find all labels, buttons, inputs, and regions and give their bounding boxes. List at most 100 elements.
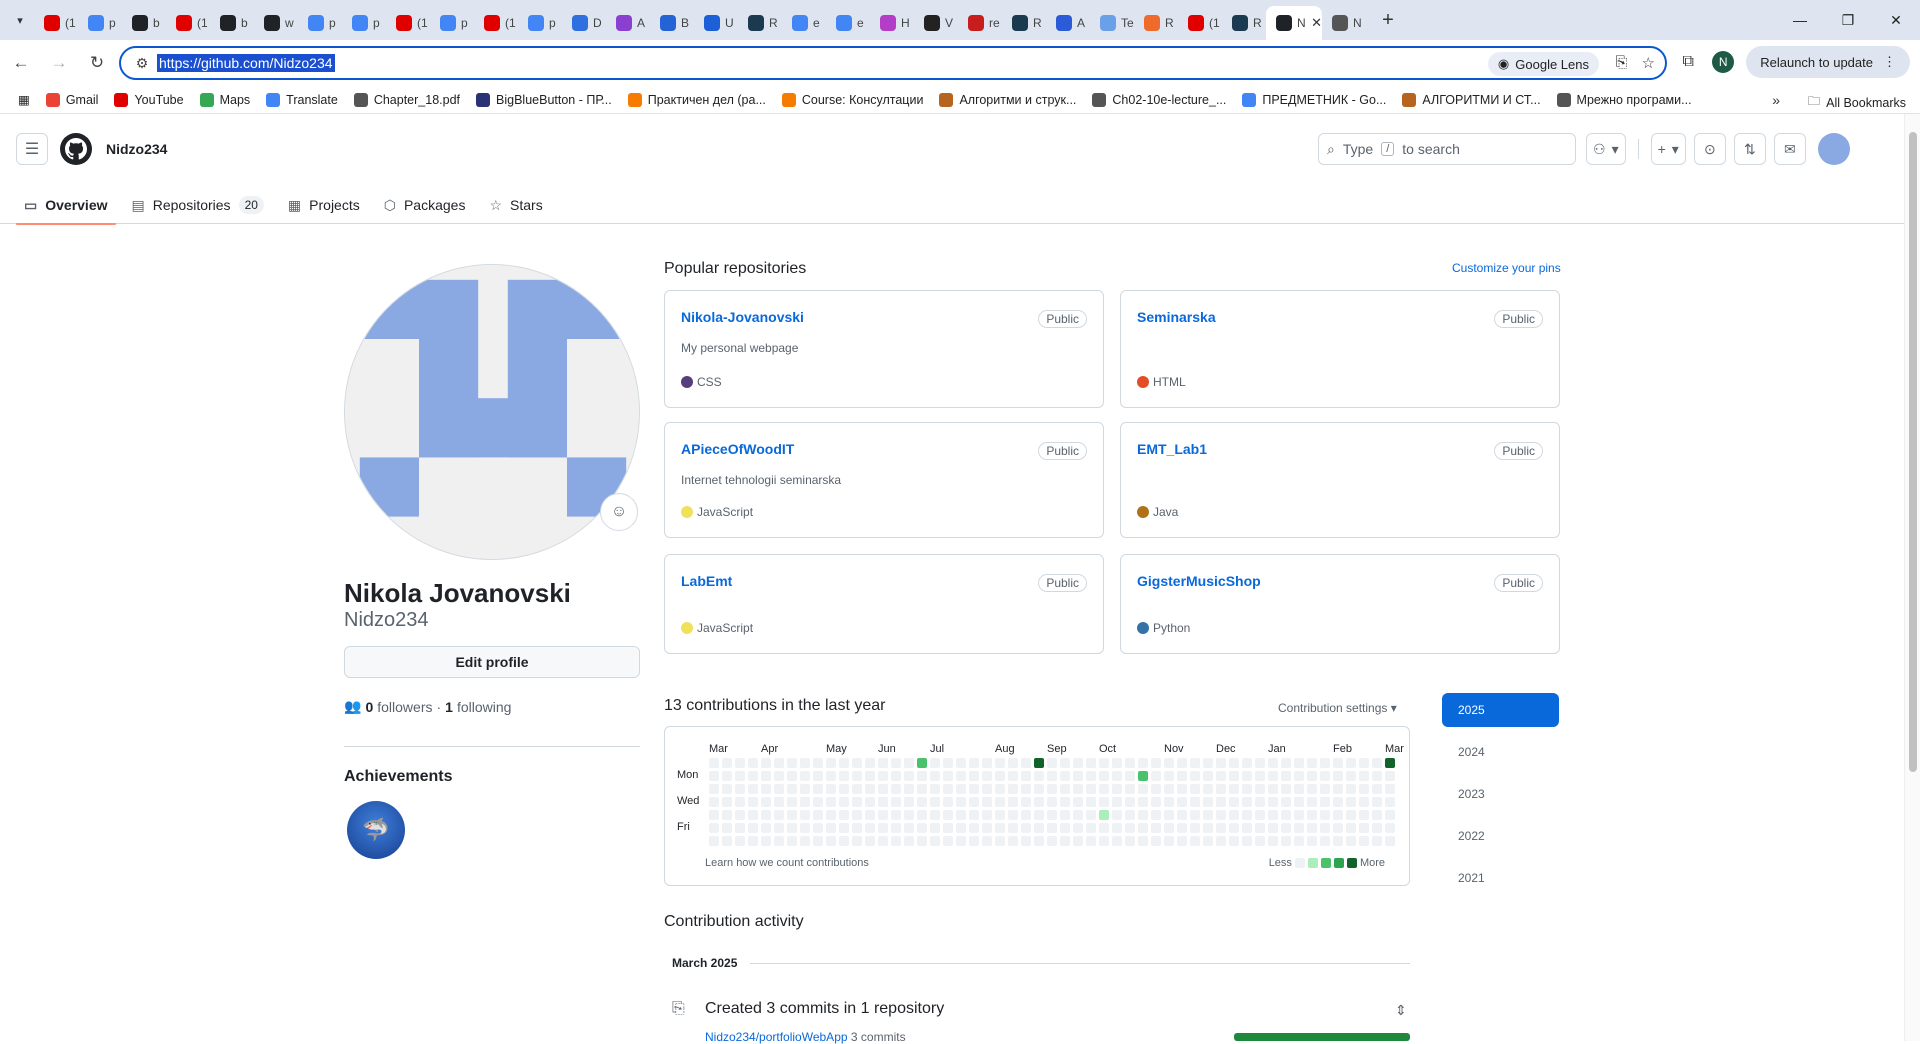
contribution-day-cell[interactable] xyxy=(956,823,966,833)
tab-stars[interactable]: ☆ Stars xyxy=(481,186,550,224)
contribution-day-cell[interactable] xyxy=(774,810,784,820)
contribution-day-cell[interactable] xyxy=(904,771,914,781)
site-info-icon[interactable]: ⚙ xyxy=(127,55,157,72)
contribution-day-cell[interactable] xyxy=(1138,758,1148,768)
contribution-day-cell[interactable] xyxy=(1268,810,1278,820)
contribution-day-cell[interactable] xyxy=(722,836,732,846)
contribution-day-cell[interactable] xyxy=(995,836,1005,846)
contribution-day-cell[interactable] xyxy=(930,784,940,794)
minimize-button[interactable]: — xyxy=(1776,0,1824,40)
contribution-day-cell[interactable] xyxy=(722,797,732,807)
contribution-day-cell[interactable] xyxy=(1190,836,1200,846)
contribution-day-cell[interactable] xyxy=(930,810,940,820)
contribution-day-cell[interactable] xyxy=(865,823,875,833)
contribution-day-cell[interactable] xyxy=(956,771,966,781)
google-lens-button[interactable]: ◉ Google Lens xyxy=(1487,52,1599,76)
contribution-day-cell[interactable] xyxy=(1021,836,1031,846)
contribution-day-cell[interactable] xyxy=(1333,836,1343,846)
contribution-day-cell[interactable] xyxy=(709,758,719,768)
contribution-day-cell[interactable] xyxy=(1294,810,1304,820)
tab-overview[interactable]: ▭ Overview xyxy=(16,186,116,225)
browser-tab[interactable]: R xyxy=(1222,6,1266,40)
contribution-day-cell[interactable] xyxy=(852,810,862,820)
contribution-day-cell[interactable] xyxy=(735,810,745,820)
contribution-day-cell[interactable] xyxy=(1138,810,1148,820)
contribution-day-cell[interactable] xyxy=(956,797,966,807)
bookmark-item[interactable]: АЛГОРИТМИ И СТ... xyxy=(1402,92,1541,107)
bookmark-item[interactable]: Ch02-10e-lecture_... xyxy=(1092,92,1226,107)
contribution-day-cell[interactable] xyxy=(878,784,888,794)
contribution-day-cell[interactable] xyxy=(1047,823,1057,833)
contribution-day-cell[interactable] xyxy=(1333,823,1343,833)
contribution-day-cell[interactable] xyxy=(891,836,901,846)
browser-tab[interactable]: R xyxy=(1134,6,1178,40)
contribution-day-cell[interactable] xyxy=(1294,836,1304,846)
browser-tab[interactable]: p xyxy=(78,6,122,40)
contribution-day-cell[interactable] xyxy=(1086,810,1096,820)
contribution-day-cell[interactable] xyxy=(826,810,836,820)
contribution-day-cell[interactable] xyxy=(852,823,862,833)
contribution-day-cell[interactable] xyxy=(969,797,979,807)
contribution-day-cell[interactable] xyxy=(1177,810,1187,820)
year-link[interactable]: 2023 xyxy=(1442,777,1559,811)
contribution-day-cell[interactable] xyxy=(1086,823,1096,833)
contribution-day-cell[interactable] xyxy=(1333,771,1343,781)
browser-tab[interactable]: (1 xyxy=(34,6,78,40)
contribution-day-cell[interactable] xyxy=(1034,771,1044,781)
contribution-day-cell[interactable] xyxy=(1372,797,1382,807)
contribution-day-cell[interactable] xyxy=(865,758,875,768)
contribution-day-cell[interactable] xyxy=(1034,810,1044,820)
contribution-day-cell[interactable] xyxy=(878,836,888,846)
contribution-day-cell[interactable] xyxy=(1086,797,1096,807)
contribution-day-cell[interactable] xyxy=(943,784,953,794)
contribution-day-cell[interactable] xyxy=(891,823,901,833)
contribution-day-cell[interactable] xyxy=(735,758,745,768)
contribution-day-cell[interactable] xyxy=(774,758,784,768)
contribution-day-cell[interactable] xyxy=(1359,758,1369,768)
browser-tab[interactable]: D xyxy=(562,6,606,40)
contribution-day-cell[interactable] xyxy=(826,797,836,807)
contribution-day-cell[interactable] xyxy=(1060,758,1070,768)
forward-button[interactable]: → xyxy=(42,46,76,80)
contribution-day-cell[interactable] xyxy=(748,797,758,807)
contribution-day-cell[interactable] xyxy=(1359,784,1369,794)
pull-requests-button[interactable]: ⇅ xyxy=(1733,133,1766,165)
browser-tab[interactable]: A xyxy=(606,6,650,40)
browser-tab[interactable]: (1 xyxy=(386,6,430,40)
restore-button[interactable]: ❐ xyxy=(1824,0,1872,40)
contribution-day-cell[interactable] xyxy=(722,771,732,781)
contribution-day-cell[interactable] xyxy=(1203,810,1213,820)
customize-pins-link[interactable]: Customize your pins xyxy=(1452,261,1561,275)
browser-tab[interactable]: p xyxy=(298,6,342,40)
contribution-day-cell[interactable] xyxy=(1216,836,1226,846)
contribution-day-cell[interactable] xyxy=(1112,784,1122,794)
contribution-day-cell[interactable] xyxy=(865,810,875,820)
contribution-day-cell[interactable] xyxy=(722,784,732,794)
contribution-day-cell[interactable] xyxy=(1164,836,1174,846)
browser-tab[interactable]: Te xyxy=(1090,6,1134,40)
contribution-day-cell[interactable] xyxy=(969,758,979,768)
following-count[interactable]: 1 xyxy=(445,699,453,715)
contribution-day-cell[interactable] xyxy=(917,771,927,781)
contribution-day-cell[interactable] xyxy=(1307,784,1317,794)
contribution-day-cell[interactable] xyxy=(852,771,862,781)
contribution-day-cell[interactable] xyxy=(1125,758,1135,768)
contribution-day-cell[interactable] xyxy=(1320,784,1330,794)
extensions-icon[interactable]: ⧉ xyxy=(1676,53,1700,71)
contribution-day-cell[interactable] xyxy=(1034,784,1044,794)
contribution-day-cell[interactable] xyxy=(1047,836,1057,846)
contribution-day-cell[interactable] xyxy=(1255,836,1265,846)
contribution-day-cell[interactable] xyxy=(1099,758,1109,768)
contribution-day-cell[interactable] xyxy=(1099,836,1109,846)
contribution-day-cell[interactable] xyxy=(1307,758,1317,768)
contribution-day-cell[interactable] xyxy=(904,758,914,768)
contribution-day-cell[interactable] xyxy=(1138,836,1148,846)
contribution-day-cell[interactable] xyxy=(1086,771,1096,781)
contribution-day-cell[interactable] xyxy=(774,784,784,794)
contribution-day-cell[interactable] xyxy=(1190,797,1200,807)
github-logo-icon[interactable] xyxy=(60,133,92,165)
contribution-day-cell[interactable] xyxy=(1125,836,1135,846)
contribution-day-cell[interactable] xyxy=(1112,823,1122,833)
contribution-day-cell[interactable] xyxy=(904,797,914,807)
tab-repositories[interactable]: ▤ Repositories 20 xyxy=(124,186,272,224)
